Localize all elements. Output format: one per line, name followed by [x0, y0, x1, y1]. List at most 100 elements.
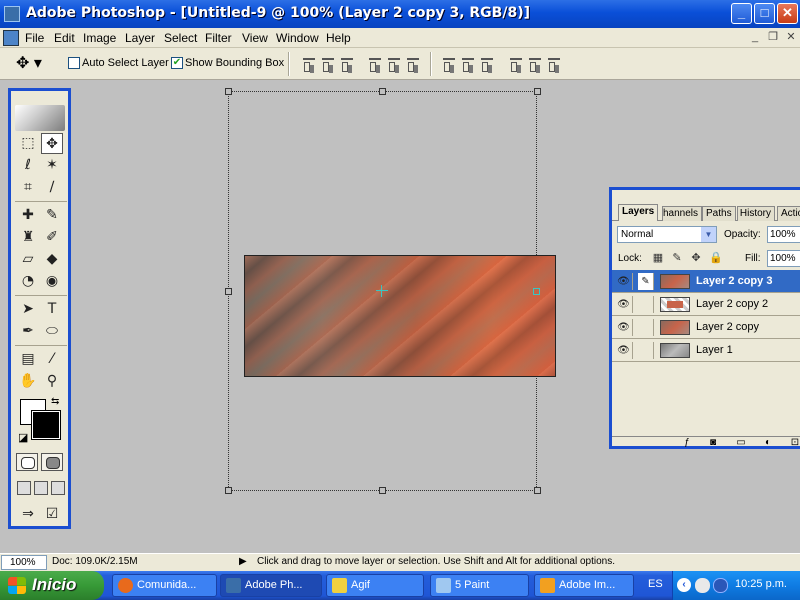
- adjustment-layer-icon[interactable]: ◐: [761, 437, 775, 449]
- slice-tool-icon[interactable]: ∕: [41, 177, 63, 198]
- layer-row[interactable]: 👁 Layer 1: [612, 339, 800, 362]
- lock-position-icon[interactable]: ✥: [690, 252, 702, 264]
- menu-filter[interactable]: Filter: [205, 31, 232, 45]
- menu-view[interactable]: View: [242, 31, 268, 45]
- quick-mask-mode-icon[interactable]: [41, 453, 63, 471]
- menu-select[interactable]: Select: [164, 31, 197, 45]
- play-arrow-icon[interactable]: ▶: [239, 556, 247, 567]
- taskbar-item-comunidad[interactable]: Comunida...: [112, 574, 217, 597]
- tab-paths[interactable]: Paths: [702, 206, 736, 221]
- new-layer-icon[interactable]: ⊡: [788, 437, 800, 449]
- taskbar-item-agif[interactable]: Agif: [326, 574, 424, 597]
- notes-tool-icon[interactable]: ▤: [17, 349, 39, 370]
- paint-bucket-tool-icon[interactable]: ◆: [41, 249, 63, 270]
- tray-app-icon[interactable]: [695, 578, 710, 593]
- lock-transparency-icon[interactable]: ▦: [652, 252, 664, 264]
- auto-select-checkbox[interactable]: [68, 57, 80, 69]
- reference-point[interactable]: [376, 285, 388, 297]
- distribute-left-icon[interactable]: [508, 56, 524, 72]
- document-icon[interactable]: [3, 30, 19, 46]
- taskbar-item-paint[interactable]: 5 Paint: [430, 574, 529, 597]
- background-color-swatch[interactable]: [31, 410, 61, 440]
- type-tool-icon[interactable]: T: [41, 299, 63, 320]
- network-icon[interactable]: [713, 578, 728, 593]
- blur-tool-icon[interactable]: ◔: [17, 271, 39, 292]
- opacity-field[interactable]: 100%: [767, 226, 800, 243]
- dodge-tool-icon[interactable]: ◉: [41, 271, 63, 292]
- standard-screen-mode-icon[interactable]: [17, 481, 31, 495]
- zoom-tool-icon[interactable]: ⚲: [41, 371, 63, 392]
- align-right-icon[interactable]: [405, 56, 421, 72]
- document-info[interactable]: Doc: 109.0K/2.15M: [52, 556, 138, 567]
- align-top-icon[interactable]: [301, 56, 317, 72]
- move-tool-icon[interactable]: ✥: [41, 133, 63, 154]
- transform-handle[interactable]: [534, 88, 541, 95]
- taskbar-item-photoshop[interactable]: Adobe Ph...: [220, 574, 322, 597]
- align-horizontal-center-icon[interactable]: [386, 56, 402, 72]
- blend-mode-select[interactable]: Normal ▼: [617, 226, 717, 243]
- transform-handle[interactable]: [534, 487, 541, 494]
- show-bounding-box-checkbox[interactable]: ✔: [171, 57, 183, 69]
- eye-icon[interactable]: 👁: [615, 319, 633, 336]
- full-screen-mode-icon[interactable]: [51, 481, 65, 495]
- zoom-field[interactable]: 100%: [1, 555, 47, 570]
- distribute-top-icon[interactable]: [441, 56, 457, 72]
- lasso-tool-icon[interactable]: ℓ: [17, 155, 39, 176]
- full-screen-menu-mode-icon[interactable]: [34, 481, 48, 495]
- eye-icon[interactable]: 👁: [615, 273, 633, 290]
- default-colors-icon[interactable]: ◪: [18, 431, 28, 444]
- document-canvas[interactable]: [244, 255, 556, 377]
- move-tool-icon[interactable]: ✥ ▾: [16, 53, 56, 75]
- lock-all-icon[interactable]: 🔒: [709, 252, 723, 264]
- link-toggle[interactable]: [638, 319, 654, 336]
- transform-handle[interactable]: [225, 88, 232, 95]
- layer-row[interactable]: 👁 ✎ Layer 2 copy 3: [612, 270, 800, 293]
- standard-mode-icon[interactable]: [16, 453, 38, 471]
- swap-colors-icon[interactable]: ⇆: [51, 396, 63, 408]
- show-hidden-icons-icon[interactable]: ‹: [677, 578, 691, 592]
- tab-actions[interactable]: Actions: [777, 206, 800, 221]
- menu-window[interactable]: Window: [276, 31, 319, 45]
- magic-wand-tool-icon[interactable]: ✶: [41, 155, 63, 176]
- start-button[interactable]: Inicio: [0, 571, 104, 600]
- align-bottom-icon[interactable]: [339, 56, 355, 72]
- hand-tool-icon[interactable]: ✋: [17, 371, 39, 392]
- doc-close-button[interactable]: ✕: [784, 30, 798, 44]
- layer-row[interactable]: 👁 Layer 2 copy 2: [612, 293, 800, 316]
- align-left-icon[interactable]: [367, 56, 383, 72]
- link-toggle[interactable]: [638, 296, 654, 313]
- menu-edit[interactable]: Edit: [54, 31, 75, 45]
- distribute-right-icon[interactable]: [546, 56, 562, 72]
- distribute-vertical-center-icon[interactable]: [460, 56, 476, 72]
- minimize-button[interactable]: _: [731, 3, 752, 24]
- edit-in-imageready-icon[interactable]: ☑: [41, 504, 63, 525]
- menu-image[interactable]: Image: [83, 31, 116, 45]
- clock[interactable]: 10:25 p.m.: [735, 578, 787, 590]
- doc-restore-button[interactable]: ❐: [766, 30, 780, 44]
- tab-history[interactable]: History: [737, 206, 775, 221]
- jump-to-imageready-icon[interactable]: ⇒: [17, 504, 39, 525]
- crop-tool-icon[interactable]: ⌗: [17, 177, 39, 198]
- new-group-icon[interactable]: ▭: [734, 437, 748, 449]
- menu-help[interactable]: Help: [326, 31, 351, 45]
- pen-tool-icon[interactable]: ✒: [17, 321, 39, 342]
- brush-tool-icon[interactable]: ✎: [41, 205, 63, 226]
- close-button[interactable]: ✕: [777, 3, 798, 24]
- photoshop-app-icon[interactable]: [4, 6, 20, 22]
- ellipse-tool-icon[interactable]: ⬭: [41, 321, 63, 342]
- layer-style-icon[interactable]: ƒ: [680, 437, 694, 449]
- transform-handle[interactable]: [379, 487, 386, 494]
- link-toggle[interactable]: [638, 342, 654, 359]
- add-mask-icon[interactable]: ◙: [706, 437, 720, 449]
- tab-channels[interactable]: Channels: [662, 206, 702, 221]
- eye-icon[interactable]: 👁: [615, 342, 633, 359]
- menu-file[interactable]: File: [25, 31, 44, 45]
- menu-layer[interactable]: Layer: [125, 31, 155, 45]
- align-vertical-center-icon[interactable]: [320, 56, 336, 72]
- eraser-tool-icon[interactable]: ▱: [17, 249, 39, 270]
- fill-field[interactable]: 100%: [767, 250, 800, 267]
- lock-image-icon[interactable]: ✎: [671, 252, 683, 264]
- healing-brush-tool-icon[interactable]: ✚: [17, 205, 39, 226]
- language-indicator[interactable]: ES: [648, 578, 663, 590]
- transform-handle[interactable]: [225, 487, 232, 494]
